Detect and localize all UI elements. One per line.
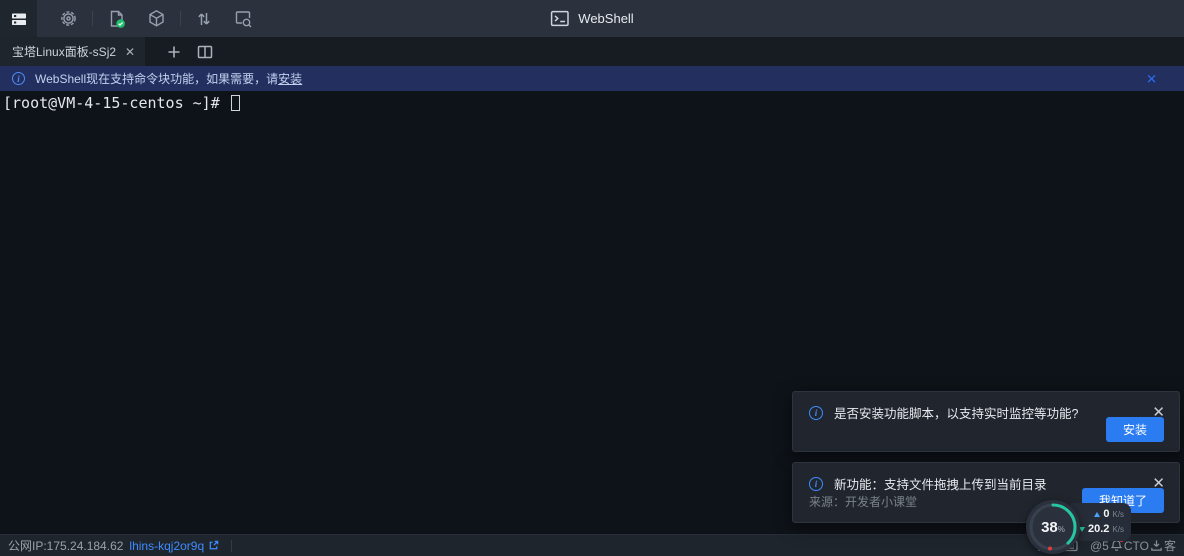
load-gauge[interactable]: 38 % (1026, 500, 1080, 554)
package-icon (147, 9, 166, 28)
download-unit: K/s (1112, 525, 1124, 535)
download-value: 20.2 (1088, 523, 1109, 536)
file-check-icon (107, 9, 127, 29)
public-ip-label: 公网IP:175.24.184.62 (8, 537, 123, 554)
terminal-cursor (231, 95, 240, 111)
status-bar: 公网IP:175.24.184.62 lhins-kqj2or9q @5 (0, 534, 1184, 556)
sort-arrows-button[interactable] (195, 10, 213, 28)
gear-icon (59, 9, 78, 28)
sort-arrows-icon (195, 10, 213, 28)
upload-arrow-icon (1094, 512, 1100, 517)
install-button[interactable]: 安装 (1106, 417, 1164, 442)
terminal-prompt: [root@VM-4-15-centos ~]# (3, 94, 229, 112)
download-icon (1150, 539, 1163, 552)
install-script-popup: i 是否安装功能脚本，以支持实时监控等功能? ✕ 安装 (792, 391, 1180, 452)
instance-link[interactable]: lhins-kqj2or9q (129, 539, 219, 553)
banner-close-icon[interactable]: ✕ (1146, 72, 1157, 85)
app-title: WebShell (578, 11, 633, 26)
window-search-icon (233, 9, 253, 29)
gauge-value: 38 (1041, 519, 1058, 536)
tab-label: 宝塔Linux面板-sSj2 (12, 43, 116, 60)
popup-message: 是否安装功能脚本，以支持实时监控等功能? (834, 403, 1078, 422)
banner-message: WebShell现在支持命令块功能，如果需要，请安装 (35, 70, 302, 87)
info-icon: i (809, 406, 823, 420)
top-toolbar: WebShell (0, 0, 1184, 37)
external-link-icon (208, 540, 219, 551)
gauge-unit: % (1058, 525, 1065, 534)
upload-unit: K/s (1112, 510, 1124, 520)
tab-close-icon[interactable]: ✕ (125, 46, 135, 58)
gauge-label: 38 % (1026, 500, 1080, 554)
toolbar-divider (180, 11, 181, 26)
status-divider (231, 540, 232, 552)
upload-value: 0 (1103, 508, 1109, 521)
panels-icon (10, 10, 28, 28)
split-view-button[interactable] (197, 45, 213, 59)
install-link[interactable]: 安装 (278, 72, 302, 86)
gear-button[interactable] (59, 9, 78, 28)
panels-button[interactable] (0, 0, 37, 37)
info-icon: i (12, 72, 25, 85)
file-check-button[interactable] (107, 9, 127, 29)
info-icon: i (809, 477, 823, 491)
window-search-button[interactable] (233, 9, 253, 29)
terminal-icon (550, 9, 569, 28)
tab-bar: 宝塔Linux面板-sSj2 ✕ (0, 37, 1184, 66)
toolbar-divider (92, 11, 93, 26)
popup-message: 新功能：支持文件拖拽上传到当前目录 (834, 474, 1047, 493)
package-button[interactable] (147, 9, 166, 28)
popup-source: 来源：开发者小课堂 (809, 493, 917, 510)
app-title-group: WebShell (550, 0, 633, 37)
webshell-notice-banner: i WebShell现在支持命令块功能，如果需要，请安装 ✕ (0, 66, 1184, 91)
tab-baota-panel[interactable]: 宝塔Linux面板-sSj2 ✕ (0, 37, 145, 66)
new-tab-button[interactable] (167, 45, 181, 59)
